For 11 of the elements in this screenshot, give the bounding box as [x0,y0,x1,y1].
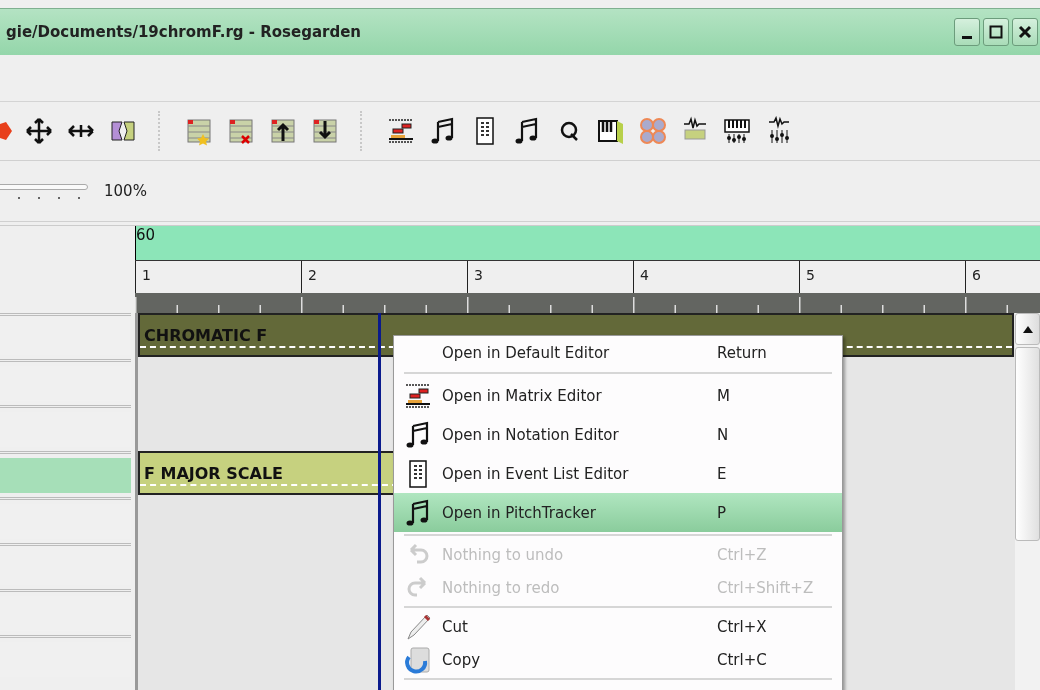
zoom-reading: 100% [104,182,147,200]
segment-label: CHROMATIC F [144,325,268,345]
bar-number: 5 [806,267,815,283]
segment-label: F MAJOR SCALE [144,463,284,483]
window-title: gie/Documents/19chromF.rg - Rosegarden [6,23,362,41]
bar-number: 1 [142,267,151,283]
bar-number: 4 [640,267,649,283]
tempo-value: 60 [136,226,156,244]
bar-number: 2 [308,267,317,283]
bar-number: 6 [972,267,981,283]
bar-number: 3 [474,267,483,283]
